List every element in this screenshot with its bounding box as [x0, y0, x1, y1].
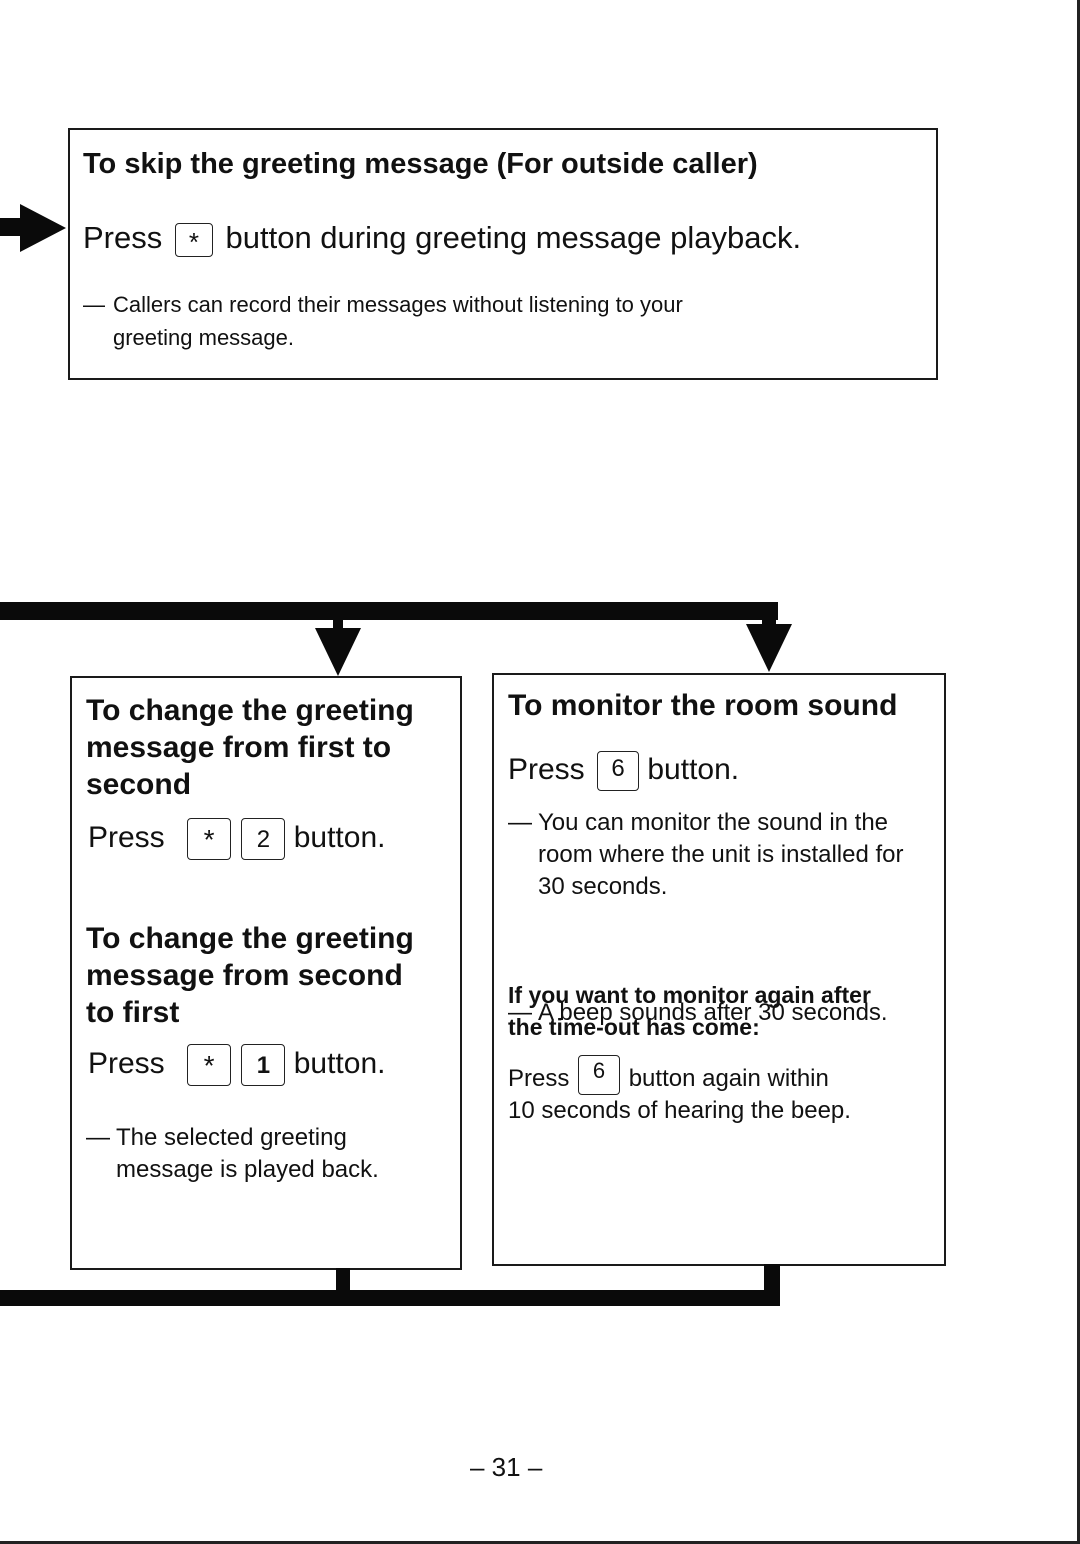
flow-arrow-down-right-icon — [746, 624, 792, 672]
note-dash: — — [83, 292, 105, 317]
heading-line: message from first to — [86, 731, 392, 764]
note-line: The selected greeting — [116, 1124, 347, 1151]
note-dash: — — [86, 1124, 110, 1151]
change-first-to-second-instruction: Press * 2 button. — [88, 818, 385, 860]
change-second-to-first-heading: To change the greeting message from seco… — [86, 920, 414, 1031]
star-key-icon: * — [174, 222, 213, 257]
monitor-room-panel: To monitor the room sound Press 6 button… — [492, 673, 946, 1266]
star-key-icon: * — [187, 818, 232, 860]
change-greeting-note: — The selected greeting message is playe… — [86, 1122, 476, 1186]
star-key-icon: * — [187, 1044, 232, 1086]
change-greeting-panel: To change the greeting message from firs… — [70, 676, 462, 1270]
flow-arrow-down-left-icon — [315, 628, 361, 676]
change-first-to-second-heading: To change the greeting message from firs… — [86, 692, 414, 803]
instruction-text: button. — [293, 820, 386, 854]
instruction-text: button. — [293, 1046, 386, 1080]
monitor-note-1: — You can monitor the sound in the room … — [508, 807, 968, 903]
press-label: Press — [83, 220, 163, 255]
digit-6-key-icon: 6 — [578, 1055, 621, 1095]
monitor-heading: To monitor the room sound — [508, 689, 898, 722]
instruction-text: button during greeting message playback. — [225, 220, 802, 255]
instruction-text: button again within — [628, 1065, 829, 1092]
note-line: room where the unit is installed for — [538, 841, 904, 868]
skip-greeting-instruction: Press * button during greeting message p… — [83, 220, 801, 257]
heading-line: If you want to monitor again after — [508, 982, 871, 1008]
page-number: – 31 – — [470, 1452, 543, 1482]
note-line: 30 seconds. — [538, 873, 668, 900]
note-line: greeting message. — [113, 325, 294, 350]
note-dash: — — [508, 809, 532, 836]
heading-line: to first — [86, 996, 180, 1029]
note-line: You can monitor the sound in the — [538, 809, 889, 836]
press-label: Press — [508, 1065, 570, 1092]
digit-2-key-icon: 2 — [241, 818, 286, 860]
skip-greeting-heading: To skip the greeting message (For outsid… — [83, 148, 758, 180]
skip-greeting-note: — Callers can record their messages with… — [83, 288, 873, 354]
press-label: Press — [88, 1046, 165, 1080]
heading-line: To change the greeting — [86, 694, 414, 727]
instruction-text: button. — [647, 752, 740, 786]
digit-6-key-icon: 6 — [597, 751, 640, 791]
press-label: Press — [508, 752, 585, 786]
note-line: Callers can record their messages withou… — [113, 292, 683, 317]
monitor-instruction: Press 6 button. — [508, 751, 739, 791]
heading-line: To change the greeting — [86, 922, 414, 955]
heading-line: second — [86, 768, 192, 801]
digit-1-key-icon: 1 — [241, 1044, 286, 1086]
press-label: Press — [88, 820, 165, 854]
flow-merge-bar — [0, 1290, 780, 1306]
flow-arrow-right-icon — [20, 204, 66, 252]
instruction-text: 10 seconds of hearing the beep. — [508, 1097, 851, 1124]
change-second-to-first-instruction: Press * 1 button. — [88, 1044, 385, 1086]
monitor-again-heading: If you want to monitor again after the t… — [508, 979, 871, 1043]
skip-greeting-panel: To skip the greeting message (For outsid… — [68, 128, 938, 380]
heading-line: message from second — [86, 959, 403, 992]
flow-split-bar — [0, 602, 778, 620]
note-line: message is played back. — [116, 1156, 379, 1183]
monitor-again-instruction: Press 6 button again within 10 seconds o… — [508, 1055, 851, 1127]
heading-line: the time-out has come: — [508, 1014, 760, 1040]
